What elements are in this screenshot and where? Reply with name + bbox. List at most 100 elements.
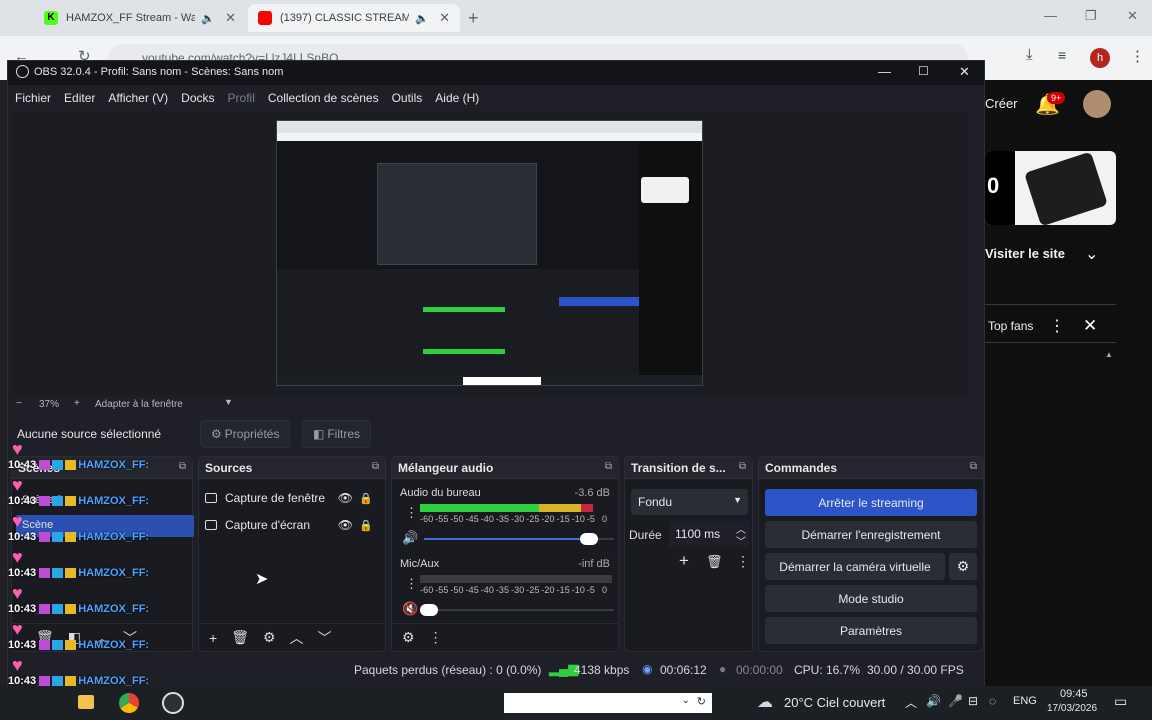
delete-icon[interactable]: 🗑 xyxy=(706,554,723,570)
source-item-window[interactable]: Capture de fenêtre 👁 🔒 xyxy=(205,487,381,509)
clock-date[interactable]: 17/03/2026 xyxy=(1047,703,1097,714)
cpu-usage: CPU: 16.7% xyxy=(794,663,861,677)
delete-icon[interactable]: 🗑 xyxy=(231,629,249,646)
weather-text[interactable]: 20°C Ciel couvert xyxy=(784,695,885,710)
zoom-level: 37% xyxy=(39,399,60,410)
avatar[interactable] xyxy=(1083,90,1111,118)
close-icon[interactable]: ✕ xyxy=(959,64,970,80)
language-indicator[interactable]: ENG xyxy=(1013,695,1037,707)
maximize-icon[interactable]: ❐ xyxy=(1085,8,1097,24)
stop-streaming-button[interactable]: Arrêter le streaming xyxy=(765,489,977,516)
visibility-eye-icon[interactable]: 👁 xyxy=(338,518,353,532)
mute-icon[interactable]: 🔇 xyxy=(402,601,418,617)
source-item-screen[interactable]: Capture d'écran 👁 🔒 xyxy=(205,514,381,536)
speaker-icon[interactable]: 🔊 xyxy=(402,530,418,546)
new-tab-icon[interactable]: + xyxy=(468,8,479,29)
add-transition-icon[interactable]: + xyxy=(679,551,689,571)
gear-icon[interactable]: ⚙ xyxy=(263,629,276,646)
tray-chevron-icon[interactable]: ︿ xyxy=(905,694,917,711)
refresh-icon[interactable]: ↻ xyxy=(697,695,706,708)
zoom-out-icon[interactable]: − xyxy=(16,398,22,409)
close-icon[interactable]: ✕ xyxy=(1083,316,1097,336)
zoom-in-icon[interactable]: + xyxy=(74,398,80,409)
download-icon[interactable]: ⤓ xyxy=(1026,46,1033,63)
channel-menu-icon[interactable]: ⋮ xyxy=(405,576,418,592)
chat-username: HAMZOX_FF: xyxy=(78,495,150,507)
studio-mode-button[interactable]: Mode studio xyxy=(765,585,977,612)
taskbar-search[interactable]: ⌄ ↻ xyxy=(504,693,712,713)
browser-tab-youtube[interactable]: (1397) CLASSIC STREAM + 🔈 ✕ xyxy=(248,4,460,32)
tab-title: HAMZOX_FF Stream - Wat xyxy=(66,12,196,24)
menu-editer[interactable]: Editer xyxy=(64,91,95,105)
virtual-camera-settings-icon[interactable]: ⚙ xyxy=(949,553,977,580)
ad-card[interactable]: 0 xyxy=(985,151,1116,225)
chrome-icon[interactable] xyxy=(119,693,139,713)
scale-tick-label: 0 xyxy=(602,585,608,595)
undock-icon[interactable]: ⧉ xyxy=(372,461,379,472)
menu-outils[interactable]: Outils xyxy=(392,91,423,105)
advanced-audio-icon[interactable]: ⚙ xyxy=(402,629,415,646)
chevron-down-icon[interactable]: ▼ xyxy=(224,397,233,407)
menu-aide[interactable]: Aide (H) xyxy=(435,91,479,105)
network-icon[interactable]: ⊟ xyxy=(968,694,978,708)
lock-icon[interactable]: 🔒 xyxy=(359,492,373,505)
transitions-header: Transition de s... ⧉ xyxy=(625,457,752,479)
close-tab-icon[interactable]: ✕ xyxy=(225,10,236,26)
wifi-icon[interactable]: ◌ xyxy=(989,694,996,708)
menu-docks[interactable]: Docks xyxy=(181,91,214,105)
menu-collection[interactable]: Collection de scènes xyxy=(268,91,379,105)
menu-icon[interactable]: ⋮ xyxy=(1130,47,1145,65)
obs-taskbar-icon[interactable] xyxy=(162,692,184,714)
filters-button[interactable]: ◧ Filtres xyxy=(302,420,372,448)
commands-dock: Commandes ⧉ Arrêter le streaming Démarre… xyxy=(758,456,984,652)
audio-mixer-dock: Mélangeur audio ⧉ Audio du bureau -3.6 d… xyxy=(391,456,619,652)
properties-button[interactable]: ⚙ Propriétés xyxy=(200,420,291,448)
mic-icon[interactable]: 🎤 xyxy=(948,694,963,708)
start-virtual-camera-button[interactable]: Démarrer la caméra virtuelle xyxy=(765,553,945,580)
lock-icon[interactable]: 🔒 xyxy=(359,519,373,532)
chevron-down-icon[interactable]: ⌄ xyxy=(1085,244,1098,264)
minimize-icon[interactable]: — xyxy=(1044,8,1057,23)
nested-ad xyxy=(641,177,689,203)
maximize-icon[interactable]: ☐ xyxy=(918,64,929,78)
browser-tab-kick[interactable]: K HAMZOX_FF Stream - Wat 🔈 ✕ xyxy=(34,4,246,32)
move-down-icon[interactable]: ﹀ xyxy=(318,628,332,648)
menu-fichier[interactable]: Fichier xyxy=(15,91,51,105)
menu-afficher[interactable]: Afficher (V) xyxy=(108,91,168,105)
menu-profil[interactable]: Profil xyxy=(228,91,255,105)
settings-button[interactable]: Paramètres xyxy=(765,617,977,644)
mixer-menu-icon[interactable]: ⋮ xyxy=(429,629,443,646)
media-icon[interactable]: ≡ xyxy=(1058,47,1066,63)
scroll-up-icon[interactable]: ▲ xyxy=(1105,350,1113,359)
top-fans-label[interactable]: Top fans xyxy=(988,319,1033,333)
profile-avatar[interactable]: h xyxy=(1090,48,1110,68)
move-up-icon[interactable]: ︿ xyxy=(290,628,304,648)
clock-time[interactable]: 09:45 xyxy=(1060,688,1088,700)
minimize-icon[interactable]: — xyxy=(878,64,891,79)
close-window-icon[interactable]: ✕ xyxy=(1127,8,1138,24)
volume-slider-knob[interactable] xyxy=(420,604,438,616)
audio-icon[interactable]: 🔈 xyxy=(415,12,429,25)
visit-site-link[interactable]: Visiter le site xyxy=(985,246,1065,261)
file-explorer-icon[interactable] xyxy=(78,695,94,709)
fit-window-label[interactable]: Adapter à la fenêtre xyxy=(95,399,183,410)
add-icon[interactable]: + xyxy=(209,630,217,646)
channel-menu-icon[interactable]: ⋮ xyxy=(405,505,418,521)
close-tab-icon[interactable]: ✕ xyxy=(439,10,450,26)
notification-icon[interactable]: ▭ xyxy=(1114,693,1127,710)
undock-icon[interactable]: ⧉ xyxy=(739,461,746,472)
duration-input[interactable]: 1100 ms ︿ ﹀ xyxy=(669,521,749,548)
speaker-icon[interactable]: 🔊 xyxy=(926,694,941,708)
more-options-icon[interactable]: ⋮ xyxy=(736,553,750,570)
create-label[interactable]: Créer xyxy=(985,96,1018,111)
volume-slider-mic[interactable] xyxy=(420,609,614,611)
transition-select[interactable]: Fondu ▼ xyxy=(631,489,748,515)
undock-icon[interactable]: ⧉ xyxy=(970,461,977,472)
more-options-icon[interactable]: ⋮ xyxy=(1049,316,1065,336)
audio-icon[interactable]: 🔈 xyxy=(201,12,215,25)
undock-icon[interactable]: ⧉ xyxy=(605,461,612,472)
visibility-eye-icon[interactable]: 👁 xyxy=(338,491,353,505)
start-recording-button[interactable]: Démarrer l'enregistrement xyxy=(765,521,977,548)
volume-slider-knob[interactable] xyxy=(580,533,599,545)
spin-down-icon[interactable]: ﹀ xyxy=(736,533,746,548)
